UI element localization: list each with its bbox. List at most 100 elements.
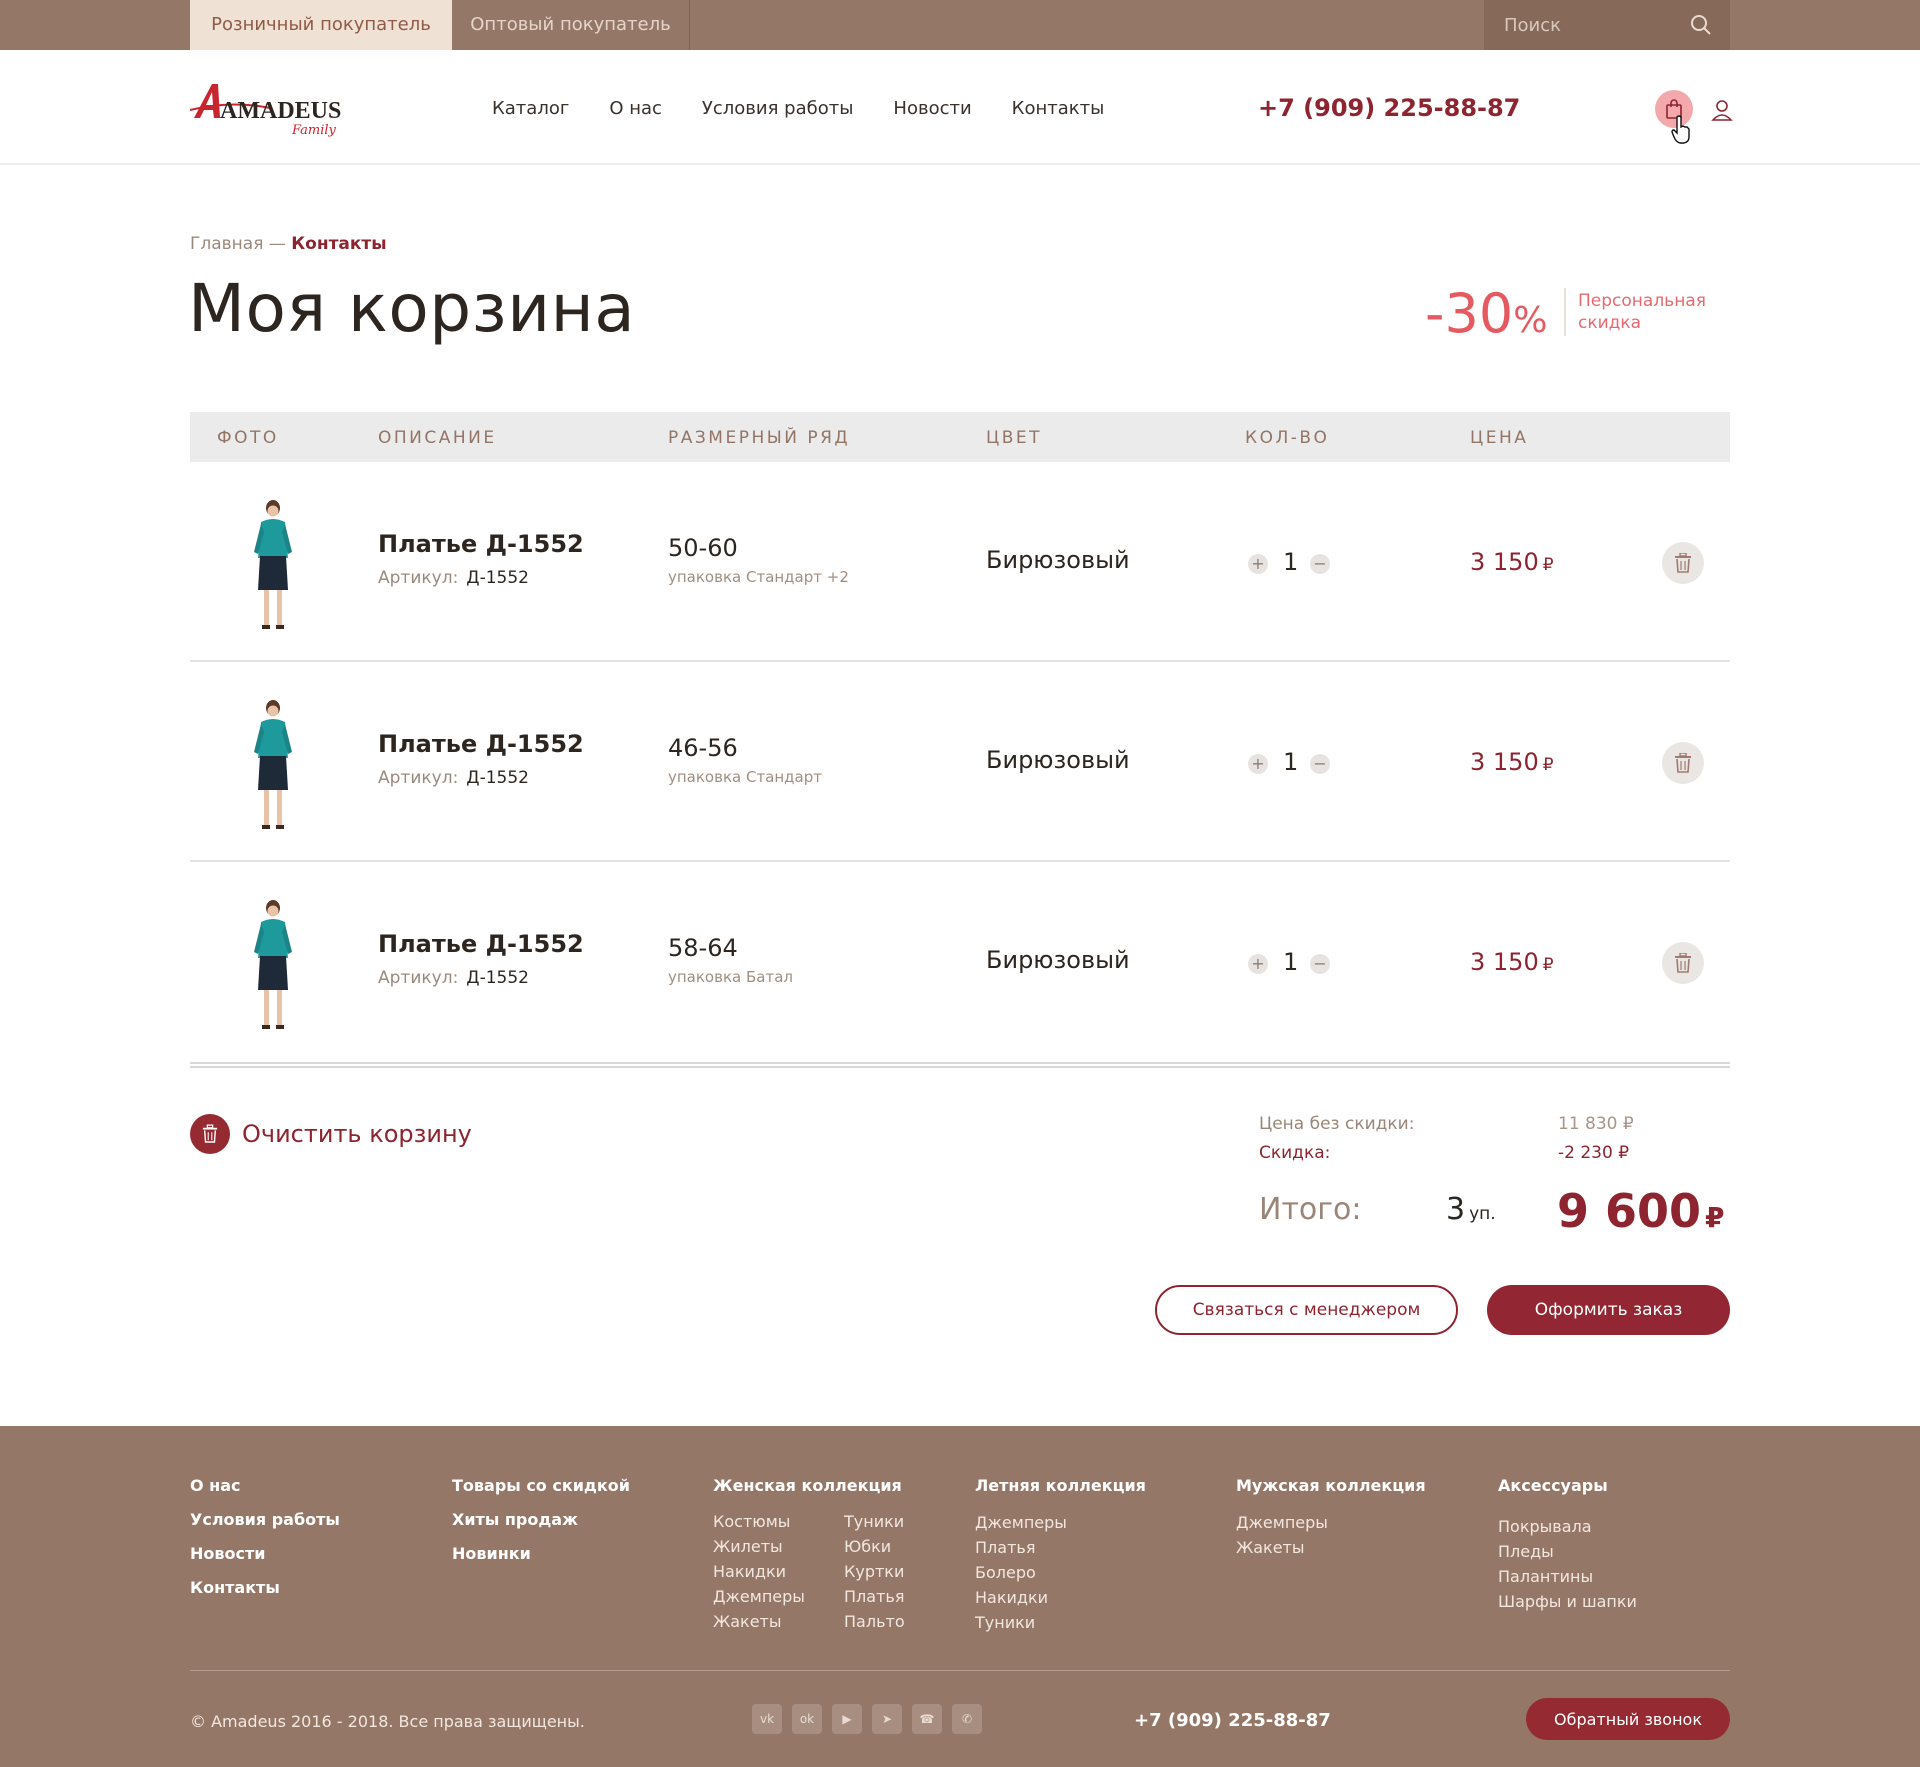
- viber-icon[interactable]: ☎: [912, 1704, 942, 1734]
- footer-link[interactable]: Платья: [975, 1538, 1146, 1557]
- footer-link-about[interactable]: О нас: [190, 1476, 340, 1495]
- footer-link[interactable]: Пальто: [844, 1612, 905, 1631]
- pack-type: упаковка Стандарт: [668, 768, 823, 786]
- footer-link[interactable]: Джемперы: [1236, 1513, 1426, 1532]
- product-photo[interactable]: [238, 694, 308, 834]
- footer-link[interactable]: Жакеты: [713, 1612, 805, 1631]
- search-box: [1484, 0, 1730, 50]
- user-icon[interactable]: [1710, 98, 1734, 122]
- footer-col-summer: Летняя коллекция Джемперы Платья Болеро …: [975, 1476, 1146, 1638]
- footer-link[interactable]: Накидки: [975, 1588, 1146, 1607]
- footer-link[interactable]: Костюмы: [713, 1512, 805, 1531]
- footer-link-news[interactable]: Новости: [190, 1544, 340, 1563]
- pack-type: упаковка Батал: [668, 968, 793, 986]
- footer-link[interactable]: Куртки: [844, 1562, 905, 1581]
- tab-retail-buyer[interactable]: Розничный покупатель: [190, 0, 452, 50]
- qty-decrease-button[interactable]: −: [1310, 554, 1330, 574]
- trash-icon: [202, 1124, 218, 1143]
- odnoklassniki-icon[interactable]: ok: [792, 1704, 822, 1734]
- footer-women-list-a: Костюмы Жилеты Накидки Джемперы Жакеты: [713, 1512, 805, 1637]
- personal-discount-label: Персональная скидка: [1578, 290, 1706, 334]
- footer-link-bestsellers[interactable]: Хиты продаж: [452, 1510, 630, 1529]
- search-input[interactable]: [1484, 0, 1684, 50]
- remove-item-button[interactable]: [1662, 742, 1704, 784]
- remove-item-button[interactable]: [1662, 942, 1704, 984]
- footer-link[interactable]: Джемперы: [713, 1587, 805, 1606]
- qty-increase-button[interactable]: +: [1248, 954, 1268, 974]
- product-title[interactable]: Платье Д-1552: [378, 730, 584, 758]
- footer-link[interactable]: Покрывала: [1498, 1517, 1637, 1536]
- cart-table-header: ФОТО ОПИСАНИЕ РАЗМЕРНЫЙ РЯД ЦВЕТ КОЛ-ВО …: [190, 412, 1730, 462]
- quantity-value: 1: [1283, 548, 1299, 576]
- product-price: 3 150 ₽: [1470, 548, 1554, 576]
- product-photo[interactable]: [238, 894, 308, 1034]
- footer-accessories-title[interactable]: Аксессуары: [1498, 1476, 1637, 1495]
- whatsapp-icon[interactable]: ✆: [952, 1704, 982, 1734]
- footer-link[interactable]: Туники: [844, 1512, 905, 1531]
- footer-link[interactable]: Накидки: [713, 1562, 805, 1581]
- footer-link[interactable]: Палантины: [1498, 1567, 1637, 1586]
- youtube-icon[interactable]: ▶: [832, 1704, 862, 1734]
- social-links: vk ok ▶ ➤ ☎ ✆: [752, 1704, 982, 1734]
- remove-item-button[interactable]: [1662, 542, 1704, 584]
- callback-button[interactable]: Обратный звонок: [1526, 1698, 1730, 1740]
- footer-link[interactable]: Жакеты: [1236, 1538, 1426, 1557]
- total-currency: ₽: [1705, 1201, 1725, 1234]
- trash-icon: [1675, 553, 1691, 573]
- product-article: Артикул: Д-1552: [378, 968, 529, 988]
- svg-text:AMADEUS: AMADEUS: [220, 98, 341, 124]
- col-quantity: КОЛ-ВО: [1245, 428, 1330, 448]
- col-color: ЦВЕТ: [986, 428, 1042, 448]
- footer-link[interactable]: Пледы: [1498, 1542, 1637, 1561]
- footer-link[interactable]: Платья: [844, 1587, 905, 1606]
- footer-men-title[interactable]: Мужская коллекция: [1236, 1476, 1426, 1495]
- footer-col-accessories: Аксессуары Покрывала Пледы Палантины Шар…: [1498, 1476, 1637, 1617]
- personal-discount-value: -30%: [1425, 282, 1547, 345]
- product-photo[interactable]: [238, 494, 308, 634]
- top-bar: Розничный покупатель Оптовый покупатель: [0, 0, 1920, 50]
- checkout-button[interactable]: Оформить заказ: [1487, 1285, 1730, 1335]
- qty-decrease-button[interactable]: −: [1310, 754, 1330, 774]
- footer-link-terms[interactable]: Условия работы: [190, 1510, 340, 1529]
- search-icon[interactable]: [1690, 14, 1712, 36]
- contact-manager-button[interactable]: Связаться с менеджером: [1155, 1285, 1458, 1335]
- footer-summer-title[interactable]: Летняя коллекция: [975, 1476, 1146, 1495]
- product-price: 3 150 ₽: [1470, 948, 1554, 976]
- nav-about[interactable]: О нас: [609, 98, 662, 119]
- nav-contacts[interactable]: Контакты: [1012, 98, 1105, 119]
- nav-news[interactable]: Новости: [893, 98, 971, 119]
- product-article: Артикул: Д-1552: [378, 568, 529, 588]
- clear-cart-icon-wrap: [190, 1114, 230, 1154]
- footer-link[interactable]: Жилеты: [713, 1537, 805, 1556]
- col-description: ОПИСАНИЕ: [378, 428, 497, 448]
- header-phone[interactable]: +7 (909) 225-88-87: [1258, 94, 1520, 122]
- telegram-icon[interactable]: ➤: [872, 1704, 902, 1734]
- amadeus-logo[interactable]: AMADEUS Family: [190, 78, 350, 138]
- breadcrumb-home[interactable]: Главная: [190, 234, 263, 254]
- footer-link[interactable]: Джемперы: [975, 1513, 1146, 1532]
- footer-link[interactable]: Шарфы и шапки: [1498, 1592, 1637, 1611]
- footer-accessories-list: Покрывала Пледы Палантины Шарфы и шапки: [1498, 1517, 1637, 1611]
- product-title[interactable]: Платье Д-1552: [378, 530, 584, 558]
- trash-icon: [1675, 953, 1691, 973]
- qty-increase-button[interactable]: +: [1248, 554, 1268, 574]
- size-range: 46-56: [668, 734, 738, 762]
- footer-link[interactable]: Болеро: [975, 1563, 1146, 1582]
- footer-link-sale[interactable]: Товары со скидкой: [452, 1476, 630, 1495]
- vk-icon[interactable]: vk: [752, 1704, 782, 1734]
- total-price: 9 600 ₽: [1557, 1184, 1725, 1238]
- footer-link-new[interactable]: Новинки: [452, 1544, 630, 1563]
- qty-decrease-button[interactable]: −: [1310, 954, 1330, 974]
- footer-link[interactable]: Юбки: [844, 1537, 905, 1556]
- main-nav: Каталог О нас Условия работы Новости Кон…: [492, 98, 1144, 119]
- footer-phone[interactable]: +7 (909) 225-88-87: [1134, 1710, 1331, 1731]
- footer-link[interactable]: Туники: [975, 1613, 1146, 1632]
- product-title[interactable]: Платье Д-1552: [378, 930, 584, 958]
- footer-link-contacts[interactable]: Контакты: [190, 1578, 340, 1597]
- footer-women-title[interactable]: Женская коллекция: [713, 1476, 902, 1495]
- tab-wholesale-buyer[interactable]: Оптовый покупатель: [452, 0, 690, 50]
- footer: О нас Условия работы Новости Контакты То…: [0, 1426, 1920, 1767]
- nav-terms[interactable]: Условия работы: [702, 98, 854, 119]
- nav-catalog[interactable]: Каталог: [492, 98, 569, 119]
- qty-increase-button[interactable]: +: [1248, 754, 1268, 774]
